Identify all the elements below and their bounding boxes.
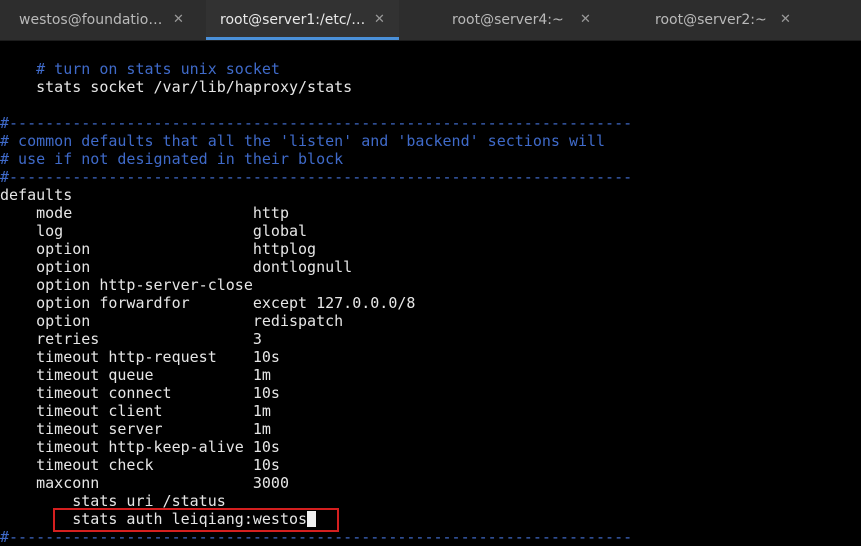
- terminal-line: mode http: [0, 204, 289, 222]
- close-icon[interactable]: ✕: [374, 0, 385, 40]
- terminal-line: timeout http-keep-alive 10s: [0, 438, 280, 456]
- terminal-line: stats socket /var/lib/haproxy/stats: [0, 78, 353, 96]
- active-tab-indicator: [206, 37, 399, 40]
- terminal-line: option httplog: [0, 240, 317, 258]
- terminal-line: defaults: [0, 186, 73, 204]
- tab-root-server2[interactable]: root@server2:~ ✕: [612, 0, 861, 40]
- terminal-line: log global: [0, 222, 308, 240]
- terminal-line: timeout check 10s: [0, 456, 280, 474]
- tab-title: root@server2:~: [655, 12, 767, 28]
- terminal-line: timeout http-request 10s: [0, 348, 280, 366]
- close-icon[interactable]: ✕: [780, 0, 791, 40]
- close-icon[interactable]: ✕: [580, 0, 591, 40]
- tab-westos-foundation[interactable]: westos@foundatio… ✕: [0, 0, 204, 40]
- terminal-line: timeout connect 10s: [0, 384, 280, 402]
- terminal-line: option redispatch: [0, 312, 344, 330]
- close-icon[interactable]: ✕: [173, 0, 184, 40]
- highlight-box: [53, 508, 339, 532]
- tab-root-server4[interactable]: root@server4:~ ✕: [400, 0, 610, 40]
- terminal-output[interactable]: # turn on stats unix socket stats socket…: [0, 41, 861, 546]
- tab-root-server1[interactable]: root@server1:/etc/… ✕: [206, 0, 399, 40]
- terminal-line: timeout server 1m: [0, 420, 271, 438]
- tab-title: westos@foundatio…: [19, 12, 163, 28]
- terminal-line: timeout client 1m: [0, 402, 271, 420]
- tab-bar: westos@foundatio… ✕ root@server1:/etc/… …: [0, 0, 861, 41]
- terminal-line: # common defaults that all the 'listen' …: [0, 132, 606, 150]
- terminal-line: option forwardfor except 127.0.0.0/8: [0, 294, 416, 312]
- tab-title: root@server1:/etc/…: [220, 12, 366, 28]
- terminal-line: # use if not designated in their block: [0, 150, 344, 168]
- terminal-line: maxconn 3000: [0, 474, 289, 492]
- terminal-line: #---------------------------------------…: [0, 114, 633, 132]
- terminal-line: # turn on stats unix socket: [0, 60, 280, 78]
- terminal-line: retries 3: [0, 330, 262, 348]
- terminal-line: option http-server-close: [0, 276, 253, 294]
- terminal-line: option dontlognull: [0, 258, 353, 276]
- terminal-line: #---------------------------------------…: [0, 168, 633, 186]
- tab-title: root@server4:~: [452, 12, 564, 28]
- terminal-line: timeout queue 1m: [0, 366, 271, 384]
